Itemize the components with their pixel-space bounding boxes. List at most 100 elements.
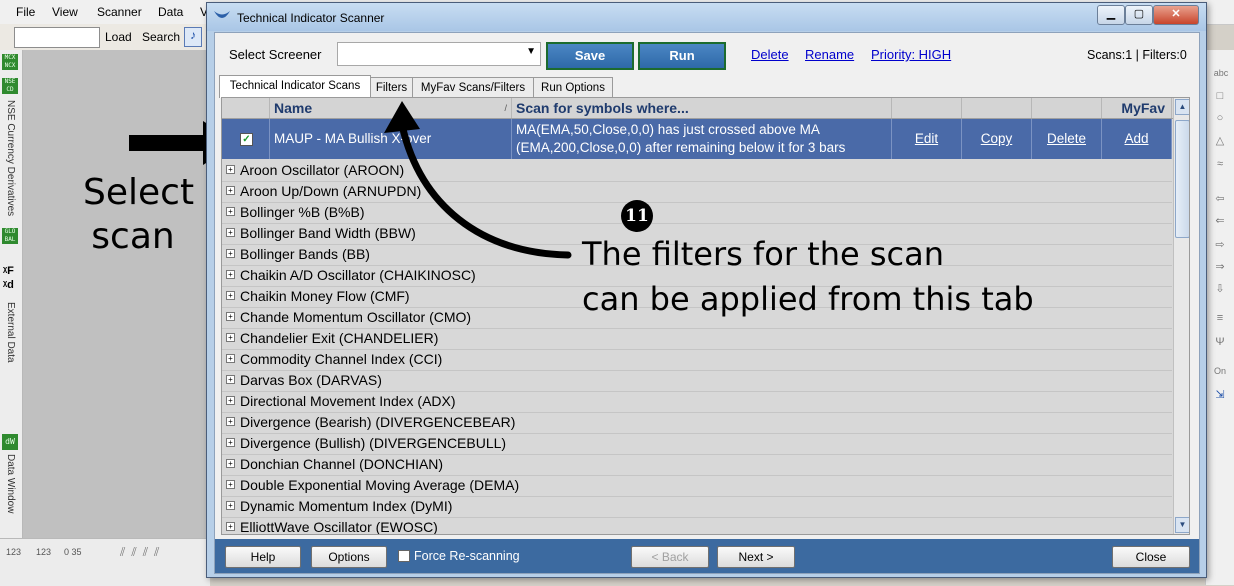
cursor-tool-icon[interactable]: ⇲ — [1213, 388, 1227, 402]
save-button[interactable]: Save — [546, 42, 634, 70]
add-to-myfav-link[interactable]: Add — [1102, 119, 1172, 159]
expand-icon[interactable]: + — [226, 270, 235, 279]
arrow-left-small-tool-icon[interactable]: ⇐ — [1213, 214, 1227, 228]
list-item[interactable]: + Darvas Box (DARVAS) — [222, 370, 1172, 392]
bottom-chart-tools-icon[interactable]: ⫽⫽⫽⫽ — [120, 545, 165, 560]
expand-icon[interactable]: + — [226, 249, 235, 258]
options-button[interactable]: Options — [311, 546, 387, 568]
chart-tool-icon[interactable]: ♪ — [184, 27, 202, 47]
fibonacci-tool-icon[interactable]: ≡ — [1213, 312, 1227, 326]
next-button[interactable]: Next > — [717, 546, 795, 568]
expand-icon[interactable]: + — [226, 417, 235, 426]
nse-currency-derivatives-label[interactable]: NSE Currency Derivatives — [5, 100, 16, 216]
edit-scan-link[interactable]: Edit — [892, 119, 962, 159]
global-icon[interactable]: GLO BAL — [2, 228, 18, 244]
grid-header-edit — [892, 98, 962, 118]
copy-scan-link[interactable]: Copy — [962, 119, 1032, 159]
on-toggle-icon[interactable]: On — [1213, 366, 1227, 380]
expand-icon[interactable]: + — [226, 207, 235, 216]
menu-data[interactable]: Data — [158, 5, 183, 19]
data-window-icon[interactable]: dW — [2, 434, 18, 450]
bottom-tool-2[interactable]: 123 — [36, 547, 51, 557]
list-item[interactable]: + Directional Movement Index (ADX) — [222, 391, 1172, 413]
scrollbar-thumb[interactable] — [1175, 120, 1189, 238]
expand-icon[interactable]: + — [226, 354, 235, 363]
grid-scrollbar[interactable]: ▲ ▼ — [1173, 98, 1189, 534]
list-item[interactable]: + Aroon Oscillator (AROON) — [222, 160, 1172, 182]
screener-select[interactable]: ▼ — [337, 42, 541, 66]
list-item[interactable]: + Chandelier Exit (CHANDELIER) — [222, 328, 1172, 350]
list-item-label: Divergence (Bearish) (DIVERGENCEBEAR) — [240, 414, 516, 430]
close-button[interactable]: Close — [1112, 546, 1190, 568]
scroll-down-icon[interactable]: ▼ — [1175, 517, 1189, 533]
expand-icon[interactable]: + — [226, 396, 235, 405]
selected-scan-row[interactable]: ✓ MAUP - MA Bullish X-over MA(EMA,50,Clo… — [222, 119, 1172, 159]
pitchfork-tool-icon[interactable]: Ψ — [1213, 336, 1227, 350]
list-item[interactable]: + Double Exponential Moving Average (DEMA… — [222, 475, 1172, 497]
list-item[interactable]: + Divergence (Bullish) (DIVERGENCEBULL) — [222, 433, 1172, 455]
force-rescanning-label[interactable]: Force Re-scanning — [414, 549, 520, 563]
list-item[interactable]: + Dynamic Momentum Index (DyMI) — [222, 496, 1172, 518]
text-tool-icon[interactable]: abc — [1211, 68, 1231, 82]
load-button[interactable]: Load — [105, 30, 132, 44]
step-number-badge: 11 — [621, 200, 653, 232]
expand-icon[interactable]: + — [226, 501, 235, 510]
expand-icon[interactable]: + — [226, 186, 235, 195]
tab-technical-indicator-scans[interactable]: Technical Indicator Scans — [219, 75, 371, 98]
minimize-button[interactable]: ▁ — [1097, 5, 1125, 25]
menu-scanner[interactable]: Scanner — [97, 5, 142, 19]
expand-icon[interactable]: + — [226, 480, 235, 489]
ellipse-tool-icon[interactable]: ○ — [1213, 112, 1227, 126]
list-item[interactable]: + Bollinger %B (B%B) — [222, 202, 1172, 224]
menu-file[interactable]: File — [16, 5, 35, 19]
arrow-right-tool-icon[interactable]: ⇨ — [1213, 238, 1227, 252]
rectangle-tool-icon[interactable]: □ — [1213, 90, 1227, 104]
back-button[interactable]: < Back — [631, 546, 709, 568]
drawing-tools-panel: abc □ ○ △ ≈ ⇦ ⇐ ⇨ ⇒ ⇩ ≡ Ψ On ⇲ — [1205, 50, 1234, 585]
expand-icon[interactable]: + — [226, 228, 235, 237]
external-functions-icon[interactable]: ᵡF ᵡd — [3, 264, 18, 294]
list-item[interactable]: + Donchian Channel (DONCHIAN) — [222, 454, 1172, 476]
expand-icon[interactable]: + — [226, 438, 235, 447]
select-caption-line1: Select — [83, 172, 195, 213]
help-button[interactable]: Help — [225, 546, 301, 568]
window-close-button[interactable]: ✕ — [1153, 5, 1199, 25]
delete-scan-link[interactable]: Delete — [1032, 119, 1102, 159]
arrow-down-tool-icon[interactable]: ⇩ — [1213, 282, 1227, 296]
expand-icon[interactable]: + — [226, 333, 235, 342]
arrow-left-tool-icon[interactable]: ⇦ — [1213, 192, 1227, 206]
delete-screener-link[interactable]: Delete — [751, 47, 789, 62]
menu-view[interactable]: View — [52, 5, 78, 19]
external-data-label[interactable]: External Data — [5, 302, 16, 363]
arrow-right-small-tool-icon[interactable]: ⇒ — [1213, 260, 1227, 274]
data-window-label[interactable]: Data Window — [5, 454, 16, 513]
elliott-wave-tool-icon[interactable]: ≈ — [1213, 158, 1227, 172]
scroll-up-icon[interactable]: ▲ — [1175, 99, 1189, 115]
expand-icon[interactable]: + — [226, 291, 235, 300]
search-button[interactable]: Search — [142, 30, 180, 44]
scan-checkbox[interactable]: ✓ — [240, 133, 253, 146]
mcx-ncx-icon[interactable]: MCX NCX — [2, 54, 18, 70]
bottom-tool-1[interactable]: 123 — [6, 547, 21, 557]
triangle-tool-icon[interactable]: △ — [1213, 134, 1227, 148]
list-item[interactable]: + Divergence (Bearish) (DIVERGENCEBEAR) — [222, 412, 1172, 434]
nse-cd-icon[interactable]: NSE CD — [2, 78, 18, 94]
expand-icon[interactable]: + — [226, 522, 235, 531]
list-item-label: Chandelier Exit (CHANDELIER) — [240, 330, 439, 346]
list-item[interactable]: + Aroon Up/Down (ARNUPDN) — [222, 181, 1172, 203]
run-button[interactable]: Run — [638, 42, 726, 70]
rename-screener-link[interactable]: Rename — [805, 47, 854, 62]
expand-icon[interactable]: + — [226, 375, 235, 384]
expand-icon[interactable]: + — [226, 312, 235, 321]
expand-icon[interactable]: + — [226, 459, 235, 468]
dialog-titlebar[interactable]: Technical Indicator Scanner ▁ ▢ ✕ — [207, 3, 1206, 31]
bottom-tool-3[interactable]: 0 35 — [64, 547, 82, 557]
expand-icon[interactable]: + — [226, 165, 235, 174]
list-item[interactable]: + Commodity Channel Index (CCI) — [222, 349, 1172, 371]
priority-link[interactable]: Priority: HIGH — [871, 47, 951, 62]
maximize-button[interactable]: ▢ — [1125, 5, 1153, 25]
list-item-label: Directional Movement Index (ADX) — [240, 393, 456, 409]
symbol-search-input[interactable] — [14, 27, 100, 48]
list-item[interactable]: + ElliottWave Oscillator (EWOSC) — [222, 517, 1172, 534]
force-rescanning-checkbox[interactable] — [398, 550, 410, 562]
